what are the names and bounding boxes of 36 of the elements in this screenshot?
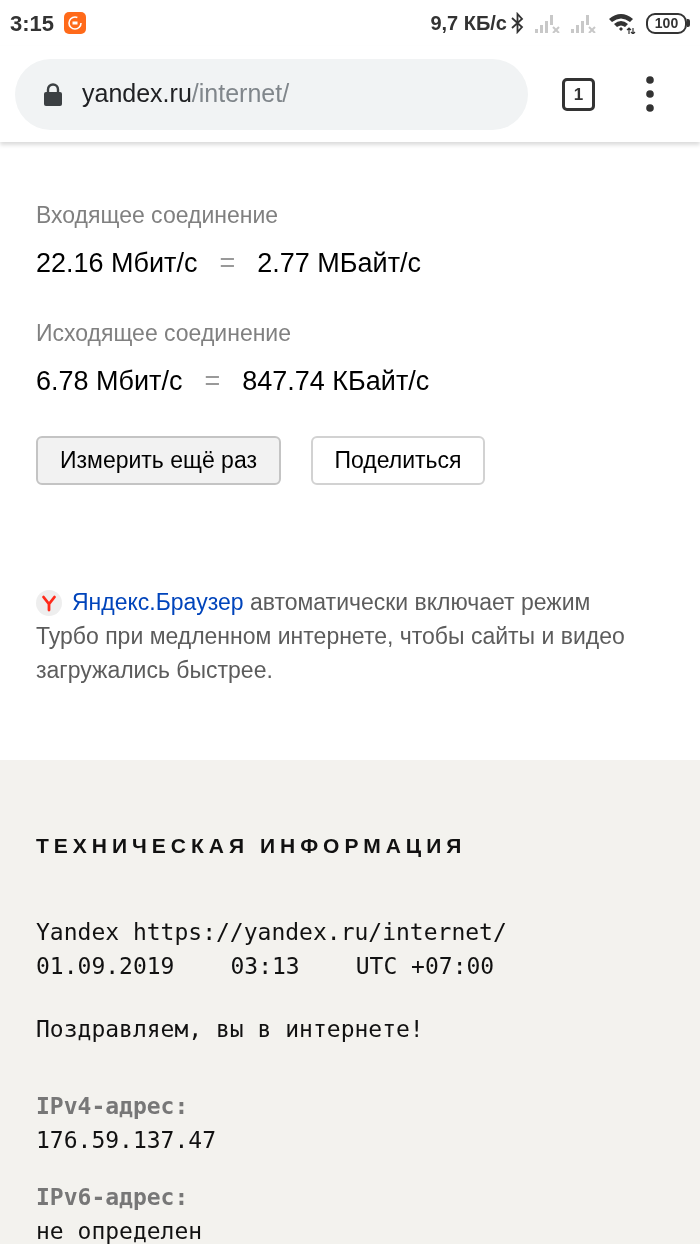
wifi-icon xyxy=(608,12,636,34)
bluetooth-icon xyxy=(511,12,524,34)
turbo-note-text: Яндекс.Браузер автоматически включает режим Турбо при медленном интернете, чтобы сайты и видео загружались быстрее. xyxy=(36,588,626,685)
greeting-text: Поздравляем, вы в интернете! xyxy=(36,1015,425,1044)
equals-sign: = xyxy=(204,365,221,397)
clock-time: 3:15 xyxy=(10,9,55,38)
speed-value: 6.78 Мбит/с xyxy=(36,365,183,397)
battery-indicator: 100 xyxy=(646,12,690,34)
tab-switcher-button[interactable]: 1 xyxy=(562,77,595,111)
share-button[interactable]: Поделиться xyxy=(311,436,485,485)
field-value: 176.59.137.47 xyxy=(36,1127,217,1153)
menu-icon[interactable] xyxy=(646,76,654,112)
app-icon xyxy=(64,12,87,34)
equals-sign: = xyxy=(219,247,236,279)
speed-value: 847.74 КБайт/с xyxy=(242,365,430,397)
lock-icon xyxy=(44,82,62,106)
signal-icon xyxy=(535,13,560,33)
source-url-text: Yandex https://yandex.ru/internet/ xyxy=(36,918,508,947)
field-label: IPv6-адрес: xyxy=(36,1184,190,1210)
connection-label: Исходящее соединение xyxy=(36,319,292,347)
signal-icon xyxy=(571,13,596,33)
section-title: ТЕХНИЧЕСКАЯ ИНФОРМАЦИЯ xyxy=(36,833,468,859)
field-value: не определен xyxy=(36,1218,204,1244)
network-speed-text: 9,7 КБ/с xyxy=(430,11,507,36)
speed-value: 22.16 Мбит/с xyxy=(36,247,198,279)
date-text: 01.09.2019 xyxy=(36,952,175,981)
browser-link[interactable]: Яндекс.Браузер xyxy=(72,589,244,615)
measure-again-button[interactable]: Измерить ещё раз xyxy=(36,436,281,485)
timezone-text: UTC +07:00 xyxy=(355,952,495,981)
speed-value: 2.77 МБайт/с xyxy=(257,247,421,279)
url-text: yandex.ru/internet/ xyxy=(82,78,290,110)
browser-logo-icon xyxy=(36,590,62,616)
connection-label: Входящее соединение xyxy=(36,201,280,229)
time-text: 03:13 xyxy=(230,952,300,981)
field-label: IPv4-адрес: xyxy=(36,1093,190,1119)
address-bar[interactable]: yandex.ru/internet/ xyxy=(15,58,528,130)
